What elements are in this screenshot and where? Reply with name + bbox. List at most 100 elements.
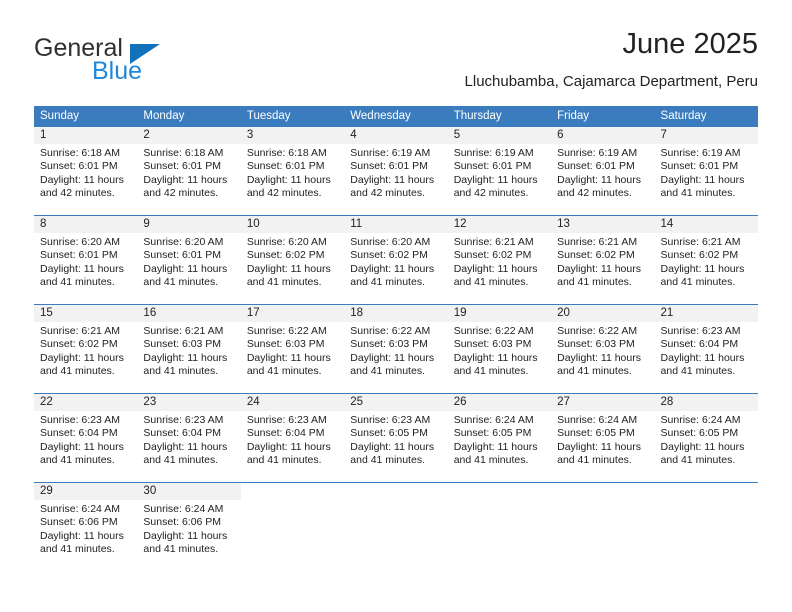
sunset-text: Sunset: 6:02 PM: [350, 249, 428, 262]
daylight-text-line1: Daylight: 11 hours: [40, 529, 124, 542]
day-info: Sunrise: 6:21 AM Sunset: 6:02 PM Dayligh…: [655, 233, 758, 290]
sunrise-text: Sunrise: 6:22 AM: [246, 325, 327, 337]
day-cell[interactable]: 5 Sunrise: 6:19 AM Sunset: 6:01 PM Dayli…: [447, 127, 552, 215]
day-number: 28: [660, 396, 674, 408]
sunset-text: Sunset: 6:03 PM: [246, 338, 325, 351]
day-info: Sunrise: 6:24 AM Sunset: 6:05 PM Dayligh…: [551, 411, 654, 468]
day-number-band: 16: [137, 305, 241, 322]
day-info: Sunrise: 6:21 AM Sunset: 6:03 PM Dayligh…: [137, 322, 240, 379]
day-number-band: [241, 483, 344, 500]
day-number: 26: [453, 396, 467, 408]
daylight-text-line2: and 41 minutes.: [350, 276, 425, 289]
sunrise-text: Sunrise: 6:24 AM: [557, 414, 638, 426]
weekday-sunday: Sunday: [40, 110, 80, 122]
day-cell[interactable]: 26 Sunrise: 6:24 AM Sunset: 6:05 PM Dayl…: [447, 394, 552, 482]
day-number-band: 20: [551, 305, 655, 322]
daylight-text-line1: Daylight: 11 hours: [143, 262, 228, 275]
day-cell[interactable]: 3 Sunrise: 6:18 AM Sunset: 6:01 PM Dayli…: [240, 127, 345, 215]
day-cell[interactable]: 25 Sunrise: 6:23 AM Sunset: 6:05 PM Dayl…: [344, 394, 448, 482]
day-number: 27: [557, 396, 570, 408]
day-cell[interactable]: 19 Sunrise: 6:22 AM Sunset: 6:03 PM Dayl…: [447, 305, 552, 393]
sunset-text: Sunset: 6:03 PM: [453, 338, 532, 351]
daylight-text-line2: and 41 minutes.: [40, 365, 115, 378]
daylight-text-line1: Daylight: 11 hours: [453, 262, 538, 275]
sunset-text: Sunset: 6:01 PM: [40, 249, 118, 262]
page-title: June 2025: [622, 28, 758, 60]
day-cell[interactable]: 16 Sunrise: 6:21 AM Sunset: 6:03 PM Dayl…: [137, 305, 241, 393]
day-number-band: 19: [447, 305, 552, 322]
day-number-band: 13: [551, 216, 655, 233]
day-info: Sunrise: 6:19 AM Sunset: 6:01 PM Dayligh…: [448, 144, 551, 201]
day-number-band: 10: [240, 216, 345, 233]
day-cell[interactable]: 20 Sunrise: 6:22 AM Sunset: 6:03 PM Dayl…: [551, 305, 655, 393]
sunrise-text: Sunrise: 6:21 AM: [40, 325, 120, 337]
daylight-text-line1: Daylight: 11 hours: [143, 440, 228, 453]
sunset-text: Sunset: 6:03 PM: [350, 338, 428, 351]
sunrise-text: Sunrise: 6:18 AM: [246, 147, 327, 159]
day-cell[interactable]: 2 Sunrise: 6:18 AM Sunset: 6:01 PM Dayli…: [137, 127, 241, 215]
day-cell[interactable]: 21 Sunrise: 6:23 AM Sunset: 6:04 PM Dayl…: [654, 305, 758, 393]
daylight-text-line2: and 41 minutes.: [453, 454, 529, 467]
logo-text-blue: Blue: [92, 57, 143, 85]
day-cell[interactable]: 14 Sunrise: 6:21 AM Sunset: 6:02 PM Dayl…: [654, 216, 758, 304]
day-cell[interactable]: 22 Sunrise: 6:23 AM Sunset: 6:04 PM Dayl…: [34, 394, 138, 482]
daylight-text-line2: and 41 minutes.: [660, 187, 736, 200]
sunset-text: Sunset: 6:06 PM: [40, 516, 118, 529]
daylight-text-line2: and 41 minutes.: [453, 365, 529, 378]
daylight-text-line2: and 41 minutes.: [143, 365, 219, 378]
day-cell[interactable]: 4 Sunrise: 6:19 AM Sunset: 6:01 PM Dayli…: [344, 127, 448, 215]
daylight-text-line1: Daylight: 11 hours: [246, 173, 331, 186]
daylight-text-line2: and 41 minutes.: [660, 365, 736, 378]
day-cell[interactable]: 18 Sunrise: 6:22 AM Sunset: 6:03 PM Dayl…: [344, 305, 448, 393]
day-cell-empty: [240, 483, 345, 571]
daylight-text-line2: and 41 minutes.: [40, 543, 115, 556]
day-cell[interactable]: 1 Sunrise: 6:18 AM Sunset: 6:01 PM Dayli…: [34, 127, 138, 215]
day-cell[interactable]: 28 Sunrise: 6:24 AM Sunset: 6:05 PM Dayl…: [654, 394, 758, 482]
day-cell[interactable]: 17 Sunrise: 6:22 AM Sunset: 6:03 PM Dayl…: [240, 305, 345, 393]
general-blue-logo[interactable]: General Blue: [34, 34, 274, 90]
day-info: Sunrise: 6:20 AM Sunset: 6:02 PM Dayligh…: [344, 233, 447, 290]
weekday-wednesday: Wednesday: [350, 110, 411, 122]
daylight-text-line1: Daylight: 11 hours: [40, 262, 124, 275]
day-cell[interactable]: 10 Sunrise: 6:20 AM Sunset: 6:02 PM Dayl…: [240, 216, 345, 304]
day-info: Sunrise: 6:24 AM Sunset: 6:06 PM Dayligh…: [137, 500, 240, 557]
day-number-band: 18: [344, 305, 448, 322]
day-cell[interactable]: 29 Sunrise: 6:24 AM Sunset: 6:06 PM Dayl…: [34, 483, 138, 571]
week-row: 1 Sunrise: 6:18 AM Sunset: 6:01 PM Dayli…: [34, 126, 758, 215]
day-cell[interactable]: 24 Sunrise: 6:23 AM Sunset: 6:04 PM Dayl…: [240, 394, 345, 482]
sunset-text: Sunset: 6:04 PM: [660, 338, 739, 351]
daylight-text-line1: Daylight: 11 hours: [557, 262, 641, 275]
weekday-saturday: Saturday: [660, 110, 707, 122]
day-cell[interactable]: 6 Sunrise: 6:19 AM Sunset: 6:01 PM Dayli…: [551, 127, 655, 215]
day-cell[interactable]: 9 Sunrise: 6:20 AM Sunset: 6:01 PM Dayli…: [137, 216, 241, 304]
sunrise-text: Sunrise: 6:21 AM: [557, 236, 638, 248]
day-cell[interactable]: 27 Sunrise: 6:24 AM Sunset: 6:05 PM Dayl…: [551, 394, 655, 482]
day-cell[interactable]: 8 Sunrise: 6:20 AM Sunset: 6:01 PM Dayli…: [34, 216, 138, 304]
day-info: Sunrise: 6:19 AM Sunset: 6:01 PM Dayligh…: [551, 144, 654, 201]
sunrise-text: Sunrise: 6:20 AM: [40, 236, 120, 248]
daylight-text-line1: Daylight: 11 hours: [557, 440, 641, 453]
day-info: Sunrise: 6:24 AM Sunset: 6:05 PM Dayligh…: [448, 411, 551, 468]
sunrise-text: Sunrise: 6:21 AM: [143, 325, 224, 337]
day-cell[interactable]: 23 Sunrise: 6:23 AM Sunset: 6:04 PM Dayl…: [137, 394, 241, 482]
day-number: 21: [660, 307, 674, 319]
day-cell[interactable]: 7 Sunrise: 6:19 AM Sunset: 6:01 PM Dayli…: [654, 127, 758, 215]
day-number: 11: [350, 218, 363, 230]
daylight-text-line1: Daylight: 11 hours: [660, 440, 745, 453]
day-cell[interactable]: 30 Sunrise: 6:24 AM Sunset: 6:06 PM Dayl…: [137, 483, 241, 571]
day-number: 20: [557, 307, 570, 319]
sunrise-text: Sunrise: 6:24 AM: [40, 503, 120, 515]
sunset-text: Sunset: 6:04 PM: [246, 427, 325, 440]
day-cell[interactable]: 12 Sunrise: 6:21 AM Sunset: 6:02 PM Dayl…: [447, 216, 552, 304]
day-cell-empty: [447, 483, 552, 571]
week-row: 22 Sunrise: 6:23 AM Sunset: 6:04 PM Dayl…: [34, 393, 758, 482]
weekday-header-row: Sunday Monday Tuesday Wednesday Thursday…: [34, 106, 758, 126]
day-cell[interactable]: 15 Sunrise: 6:21 AM Sunset: 6:02 PM Dayl…: [34, 305, 138, 393]
day-info: Sunrise: 6:23 AM Sunset: 6:05 PM Dayligh…: [344, 411, 447, 468]
page-subtitle: Lluchubamba, Cajamarca Department, Peru: [464, 73, 758, 90]
sunset-text: Sunset: 6:02 PM: [660, 249, 739, 262]
day-cell[interactable]: 11 Sunrise: 6:20 AM Sunset: 6:02 PM Dayl…: [344, 216, 448, 304]
day-cell[interactable]: 13 Sunrise: 6:21 AM Sunset: 6:02 PM Dayl…: [551, 216, 655, 304]
daylight-text-line2: and 41 minutes.: [246, 276, 322, 289]
day-number: 29: [40, 485, 53, 497]
